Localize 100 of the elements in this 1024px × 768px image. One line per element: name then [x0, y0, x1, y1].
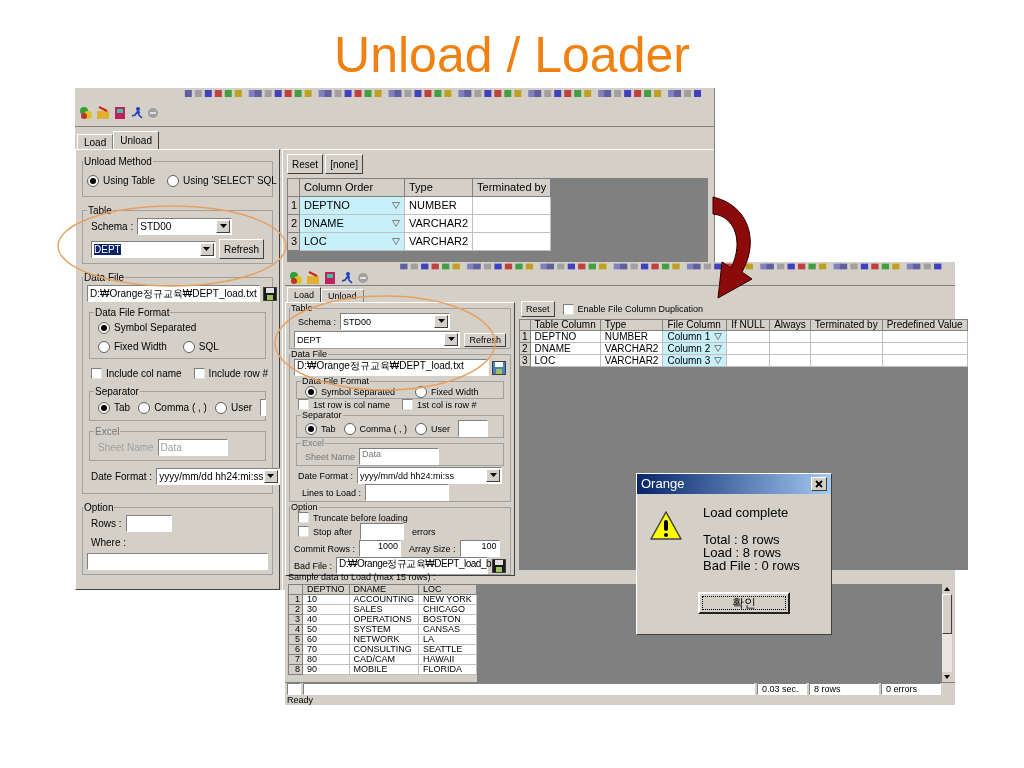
field-label: errors [412, 526, 436, 537]
field-label: Date Format : [91, 470, 153, 484]
row-number: 3 [288, 614, 303, 625]
field-label: Bad File : [294, 560, 333, 571]
radio-button[interactable]: User [214, 400, 253, 415]
checkbox[interactable]: Include col name [91, 366, 182, 381]
radio-button[interactable]: Comma ( , ) [343, 422, 408, 435]
table-cell: 30 [302, 604, 349, 615]
scroll-thumb[interactable] [942, 594, 952, 634]
checkbox[interactable]: Enable File Column Duplication [562, 303, 704, 315]
table-cell: VARCHAR2 [600, 342, 663, 355]
table-cell: 60 [302, 634, 349, 645]
folder-icon[interactable] [96, 105, 110, 120]
radio-button[interactable]: Comma ( , ) [138, 400, 207, 415]
stop-after-field[interactable] [360, 523, 405, 540]
where-field[interactable] [87, 553, 268, 570]
column-header: DEPTNO [302, 584, 349, 595]
tab[interactable]: Load [77, 134, 114, 149]
user-separator-field[interactable] [260, 399, 267, 416]
dropdown-arrow-icon[interactable] [392, 219, 400, 227]
column-header: If NULL [726, 319, 770, 331]
checkbox[interactable]: Include row # [193, 366, 269, 381]
dropdown-arrow-icon [437, 319, 445, 324]
column-header: Type [600, 319, 663, 331]
radio-button[interactable]: Tab [305, 422, 336, 435]
table-cell: 10 [302, 594, 349, 605]
file-path-field[interactable]: D:₩Orange정규교육₩DEPT_load.txt [294, 359, 489, 376]
table-cell: ACCOUNTING [349, 594, 419, 605]
table-dropdown[interactable]: DEPT [294, 331, 461, 348]
status-text: 0 errors [881, 683, 941, 695]
table-cell: 50 [302, 624, 349, 635]
runner-icon[interactable] [130, 105, 144, 120]
reset-button[interactable]: Reset [521, 301, 555, 317]
column-header: Type [404, 178, 473, 196]
close-button[interactable] [811, 477, 827, 491]
tab[interactable]: Load [287, 287, 322, 302]
group-label: Data File Format [301, 376, 371, 386]
table-cell: NEW YORK [418, 594, 477, 605]
radio-button[interactable]: Fixed Width [415, 386, 479, 398]
ok-button[interactable]: 확인 [698, 592, 790, 614]
table-cell: NUMBER [600, 330, 663, 343]
schema-dropdown[interactable]: STD00 [137, 218, 233, 235]
lines-field[interactable] [365, 484, 450, 501]
file-path-field[interactable]: D:₩Orange정규교육₩DEPT_load.txt [87, 285, 260, 302]
folder-icon[interactable] [306, 271, 320, 285]
table-cell: NUMBER [404, 196, 473, 214]
radio-button[interactable]: Symbol Separated [98, 320, 197, 335]
radio-button[interactable]: Tab [98, 400, 131, 415]
checkbox[interactable]: 1st row is col name [298, 399, 391, 410]
checkbox[interactable]: Stop after [298, 526, 353, 537]
field-label: Lines to Load : [302, 487, 362, 498]
table-cell: CONSULTING [349, 644, 419, 655]
toolbar-button[interactable]: Reset [287, 154, 324, 174]
toolbar-button[interactable]: [none] [325, 154, 363, 174]
dropdown-arrow-icon [489, 473, 497, 478]
table-cell: DEPTNO [530, 330, 601, 343]
row-number: 1 [519, 330, 531, 343]
radio-button[interactable]: Symbol Separated [305, 386, 396, 398]
table-cell: VARCHAR2 [404, 232, 473, 250]
user-separator-field[interactable] [458, 420, 489, 437]
scrollbar[interactable] [942, 584, 952, 682]
scroll-down-icon[interactable] [942, 672, 952, 682]
dropdown-arrow-icon [448, 337, 455, 342]
checkbox[interactable]: Truncate before loading [298, 512, 408, 523]
row-number: 7 [288, 654, 303, 665]
runner-icon[interactable] [340, 271, 354, 285]
stop-icon[interactable] [357, 272, 369, 284]
array-size-field[interactable]: 100 [459, 540, 500, 557]
table-cell: HAWAII [418, 654, 477, 665]
radio-button[interactable]: Fixed Width [98, 339, 167, 354]
column-header: File Column [662, 319, 727, 331]
rows-field[interactable] [125, 515, 172, 532]
dropdown-arrow-icon[interactable] [392, 237, 400, 245]
table-cell: SALES [349, 604, 419, 615]
circles-icon[interactable] [79, 105, 93, 120]
commit-rows-field[interactable]: 1000 [359, 540, 401, 557]
radio-button[interactable]: SQL [182, 339, 219, 354]
schema-dropdown[interactable]: STD00 [340, 313, 451, 330]
tab[interactable]: Unload [113, 131, 159, 149]
status-text: 0.03 sec. [757, 683, 807, 695]
refresh-button[interactable]: Refresh [219, 239, 264, 259]
dropdown-arrow-icon[interactable] [392, 201, 400, 209]
checkbox[interactable]: 1st col is row # [402, 399, 477, 410]
browse-icon[interactable] [492, 360, 506, 375]
date-format-dropdown[interactable]: yyyy/mm/dd hh24:mi:ss [156, 468, 280, 485]
table-cell: NETWORK [349, 634, 419, 645]
table-dropdown[interactable]: DEPT [91, 240, 216, 258]
row-number: 4 [288, 624, 303, 635]
group-label: Excel [94, 425, 121, 439]
table-cell: CHICAGO [418, 604, 477, 615]
radio-button[interactable]: Using Table [87, 173, 156, 188]
refresh-button[interactable]: Refresh [464, 332, 506, 347]
stop-icon[interactable] [147, 106, 159, 119]
radio-button[interactable]: Using 'SELECT' SQL [167, 173, 277, 188]
circles-icon[interactable] [289, 271, 303, 285]
radio-button[interactable]: User [415, 422, 451, 435]
scroll-up-icon[interactable] [942, 584, 952, 594]
table-cell: DNAME [530, 342, 601, 355]
tab[interactable]: Unload [321, 289, 364, 302]
date-format-dropdown[interactable]: yyyy/mm/dd hh24:mi:ss [357, 467, 502, 484]
